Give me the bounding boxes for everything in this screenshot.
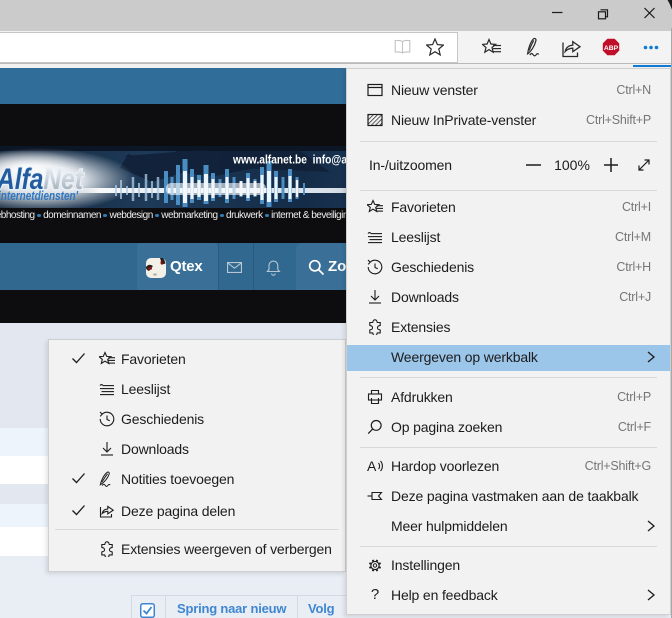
svg-text:internetdiensten': internetdiensten' <box>0 189 79 203</box>
svg-text:A: A <box>367 458 377 474</box>
svg-text:ABP: ABP <box>604 45 619 52</box>
